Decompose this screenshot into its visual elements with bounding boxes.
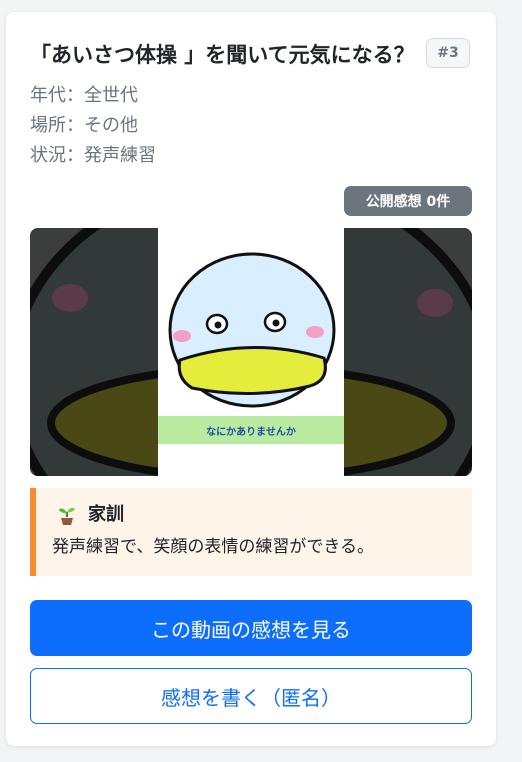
seedling-icon [59, 507, 75, 525]
video-card: 「あいさつ体操 」を聞いて元気になる？ #3 年代：全世代 場所：その他 状況：… [6, 12, 496, 746]
write-review-button[interactable]: 感想を書く（匿名） [30, 668, 472, 724]
meta-situation: 状況：発声練習 [30, 145, 156, 166]
motto-title: 家訓 [88, 504, 124, 525]
family-motto-box: 家訓 発声練習で、笑顔の表情の練習ができる。 [30, 488, 472, 576]
video-caption: なにかありませんか [206, 426, 296, 438]
view-reviews-button[interactable]: この動画の感想を見る [30, 600, 472, 656]
number-badge: #3 [426, 38, 470, 68]
card-title: 「あいさつ体操 」を聞いて元気になる？ [30, 43, 415, 67]
meta-place: 場所：その他 [30, 115, 138, 136]
video-thumbnail[interactable]: なにかありませんか [30, 228, 472, 476]
public-review-count-badge: 公開感想 0件 [344, 186, 472, 216]
motto-text: 発声練習で、笑顔の表情の練習ができる。 [52, 537, 374, 557]
meta-age: 年代：全世代 [30, 85, 138, 106]
